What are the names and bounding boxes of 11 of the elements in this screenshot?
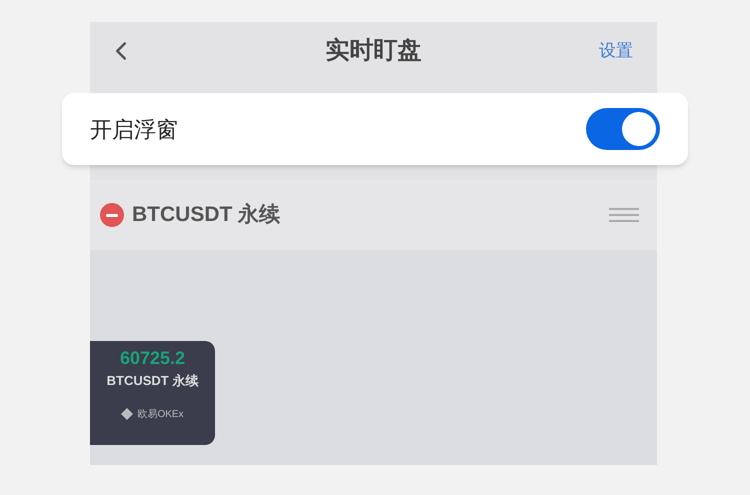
price-text: 60725.2 (120, 349, 186, 367)
drag-handle-icon[interactable] (609, 208, 639, 222)
floating-window[interactable]: 60725.2 BTCUSDT 永续 欧易OKEx (90, 341, 215, 445)
brand-text: 欧易OKEx (137, 408, 184, 422)
page-title: 实时盯盘 (326, 36, 422, 66)
toggle-label: 开启浮窗 (90, 116, 178, 144)
remove-icon[interactable] (100, 203, 124, 227)
symbol-label: BTCUSDT 永续 (132, 202, 280, 228)
brand-logo-icon (121, 408, 134, 420)
float-window-switch[interactable] (586, 108, 660, 150)
symbol-text: BTCUSDT 永续 (106, 372, 198, 390)
